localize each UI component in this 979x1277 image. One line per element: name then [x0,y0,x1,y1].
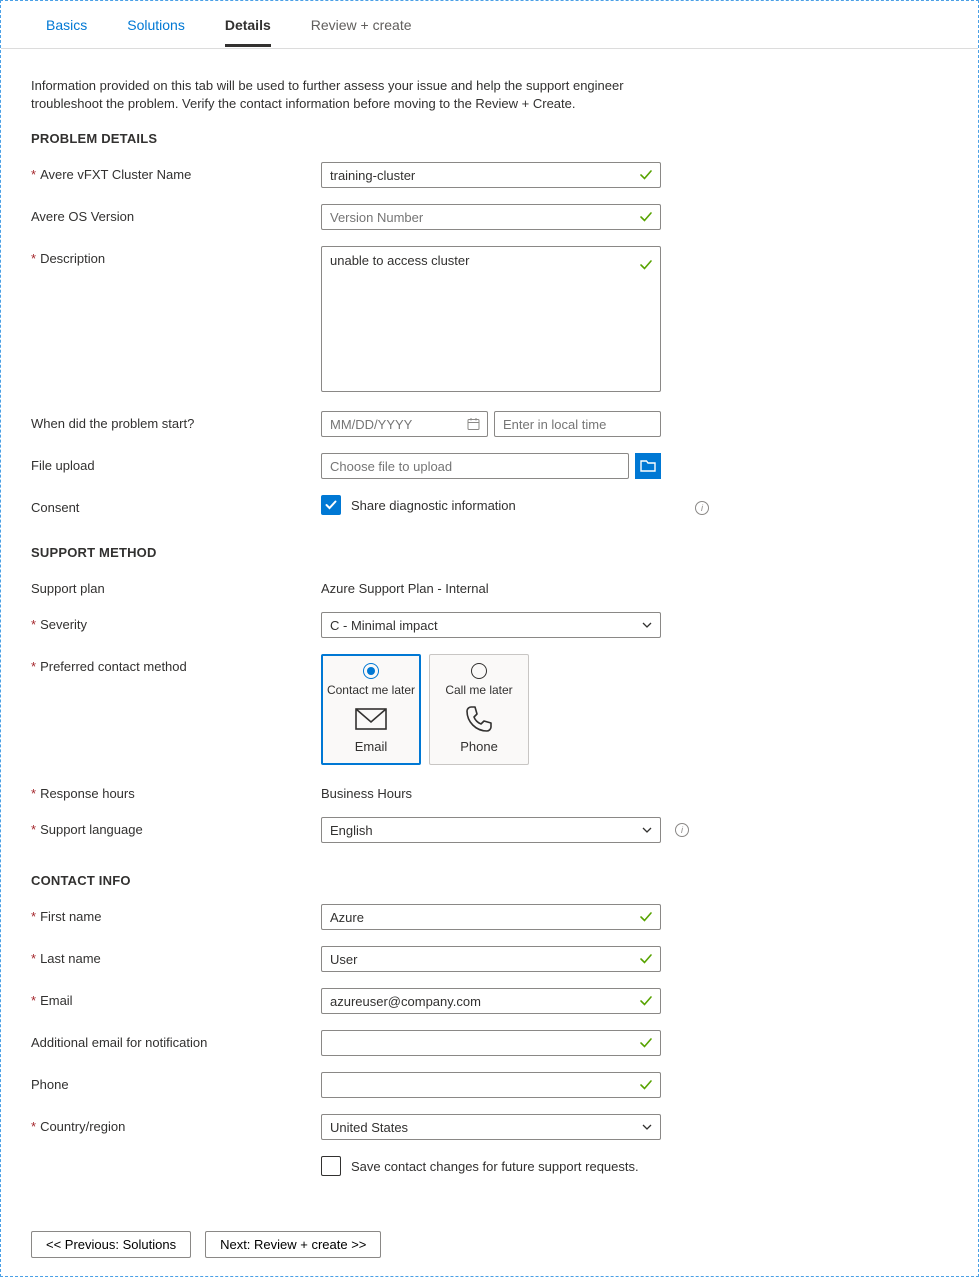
folder-icon [640,459,656,473]
save-contact-checkbox[interactable] [321,1156,341,1176]
required-marker: * [31,659,36,674]
required-marker: * [31,822,36,837]
section-problem-details: PROBLEM DETAILS [31,131,948,146]
additional-email-input[interactable] [321,1030,661,1056]
description-label: Description [40,251,105,266]
consent-checkbox[interactable] [321,495,341,515]
previous-button[interactable]: << Previous: Solutions [31,1231,191,1258]
first-name-input[interactable] [321,904,661,930]
country-select[interactable]: United States [321,1114,661,1140]
info-icon[interactable]: i [675,823,689,837]
tab-basics[interactable]: Basics [46,3,87,47]
page-frame: Basics Solutions Details Review + create… [0,0,979,1277]
radio-selected [363,663,379,679]
phone-card-sub: Phone [434,739,524,754]
save-contact-text: Save contact changes for future support … [351,1159,639,1174]
contact-method-phone-card[interactable]: Call me later Phone [429,654,529,765]
section-contact-info: CONTACT INFO [31,873,948,888]
support-plan-value: Azure Support Plan - Internal [321,576,661,596]
last-name-label: Last name [40,951,101,966]
required-marker: * [31,993,36,1008]
required-marker: * [31,786,36,801]
date-input[interactable] [321,411,488,437]
cluster-name-input[interactable] [321,162,661,188]
footer-bar: << Previous: Solutions Next: Review + cr… [1,1212,978,1276]
response-hours-value: Business Hours [321,781,661,801]
additional-email-label: Additional email for notification [31,1035,207,1050]
file-upload-label: File upload [31,458,95,473]
phone-label: Phone [31,1077,69,1092]
email-card-title: Contact me later [326,683,416,697]
intro-text: Information provided on this tab will be… [31,77,671,113]
email-card-sub: Email [326,739,416,754]
tab-bar: Basics Solutions Details Review + create [1,1,978,49]
description-textarea[interactable]: unable to access cluster [321,246,661,392]
support-language-label: Support language [40,822,143,837]
severity-select[interactable]: C - Minimal impact [321,612,661,638]
calendar-icon[interactable] [467,418,480,431]
contact-method-email-card[interactable]: Contact me later Email [321,654,421,765]
file-browse-button[interactable] [635,453,661,479]
severity-label: Severity [40,617,87,632]
form-scroll-area[interactable]: Information provided on this tab will be… [1,49,978,1212]
tab-solutions[interactable]: Solutions [127,3,185,47]
email-label: Email [40,993,73,1008]
first-name-label: First name [40,909,101,924]
os-version-input[interactable] [321,204,661,230]
required-marker: * [31,951,36,966]
phone-input[interactable] [321,1072,661,1098]
contact-method-label: Preferred contact method [40,659,187,674]
support-plan-label: Support plan [31,581,105,596]
phone-icon [434,705,524,733]
next-button[interactable]: Next: Review + create >> [205,1231,381,1258]
country-label: Country/region [40,1119,125,1134]
radio-unselected [471,663,487,679]
mail-icon [326,705,416,733]
tab-details[interactable]: Details [225,3,271,47]
consent-label: Consent [31,500,79,515]
last-name-input[interactable] [321,946,661,972]
required-marker: * [31,1119,36,1134]
required-marker: * [31,251,36,266]
cluster-name-label: Avere vFXT Cluster Name [40,167,191,182]
consent-text: Share diagnostic information [351,498,516,513]
file-upload-input[interactable] [321,453,629,479]
email-input[interactable] [321,988,661,1014]
required-marker: * [31,167,36,182]
os-version-label: Avere OS Version [31,209,134,224]
info-icon[interactable]: i [695,501,709,515]
when-label: When did the problem start? [31,416,194,431]
support-language-select[interactable]: English [321,817,661,843]
phone-card-title: Call me later [434,683,524,697]
tab-review-create[interactable]: Review + create [311,3,412,47]
required-marker: * [31,617,36,632]
required-marker: * [31,909,36,924]
response-hours-label: Response hours [40,786,135,801]
time-input[interactable] [494,411,661,437]
section-support-method: SUPPORT METHOD [31,545,948,560]
